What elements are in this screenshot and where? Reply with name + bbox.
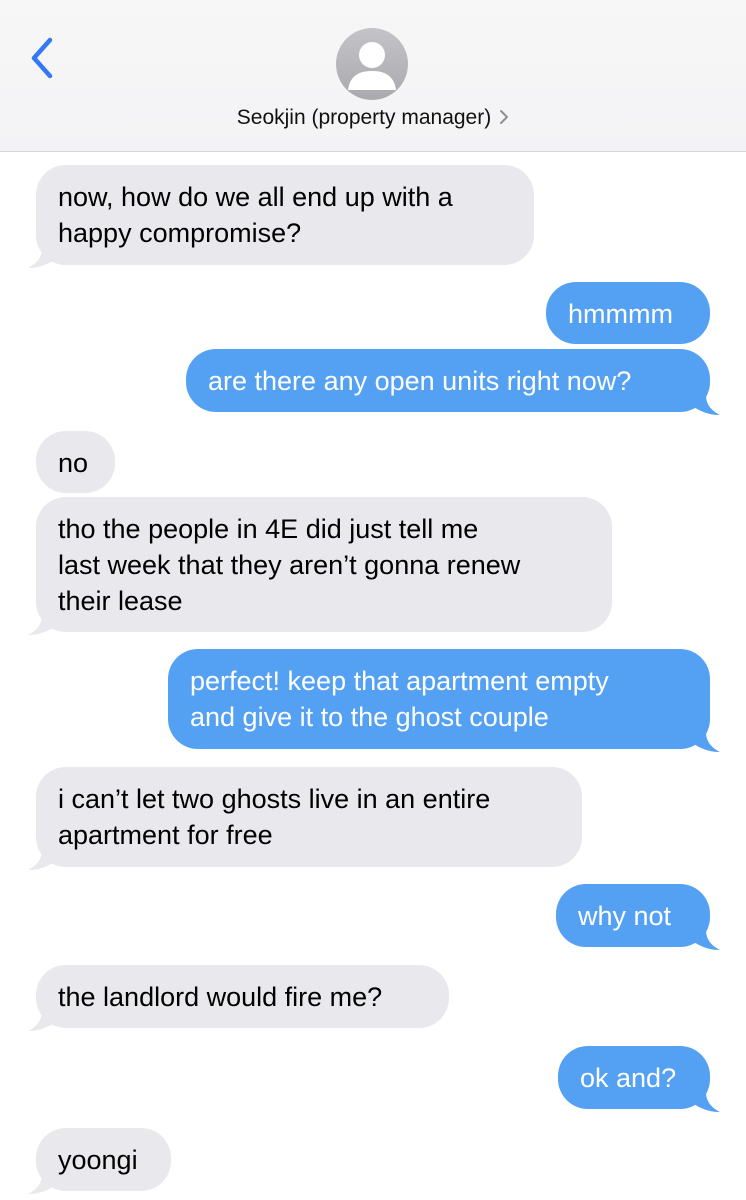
back-button[interactable] bbox=[22, 34, 62, 82]
bubble-tail-incoming bbox=[28, 1011, 54, 1031]
outgoing-message[interactable]: ok and? bbox=[558, 1046, 710, 1109]
incoming-message[interactable]: now, how do we all end up with a happy c… bbox=[36, 165, 534, 265]
outgoing-message[interactable]: are there any open units right now? bbox=[186, 349, 710, 412]
bubble-tail-outgoing bbox=[694, 1092, 720, 1112]
bubble-tail-outgoing bbox=[694, 395, 720, 415]
bubble-tail-incoming bbox=[28, 1174, 54, 1194]
conversation-header: Seokjin (property manager) bbox=[0, 0, 746, 152]
bubble-tail-outgoing bbox=[694, 732, 720, 752]
message-thread[interactable]: now, how do we all end up with a happy c… bbox=[0, 152, 746, 1200]
bubble-tail-incoming bbox=[28, 248, 54, 268]
bubble-tail-outgoing bbox=[694, 930, 720, 950]
contact-name: Seokjin (property manager) bbox=[236, 106, 492, 129]
incoming-message[interactable]: yoongi bbox=[36, 1128, 171, 1191]
incoming-message[interactable]: tho the people in 4E did just tell me la… bbox=[36, 497, 612, 632]
incoming-message[interactable]: no bbox=[36, 431, 115, 493]
outgoing-message[interactable]: hmmmm bbox=[546, 282, 710, 344]
incoming-message[interactable]: i can’t let two ghosts live in an entire… bbox=[36, 767, 582, 867]
outgoing-message[interactable]: why not bbox=[556, 884, 710, 947]
bubble-tail-incoming bbox=[28, 850, 54, 870]
chevron-left-icon bbox=[31, 37, 53, 79]
bubble-tail-incoming bbox=[28, 615, 54, 635]
incoming-message[interactable]: the landlord would fire me? bbox=[36, 965, 449, 1028]
outgoing-message[interactable]: perfect! keep that apartment empty and g… bbox=[168, 649, 710, 749]
chevron-right-icon bbox=[499, 107, 509, 131]
avatar[interactable] bbox=[336, 28, 408, 100]
person-silhouette-icon bbox=[348, 42, 396, 90]
contact-name-button[interactable]: Seokjin (property manager) bbox=[0, 106, 746, 131]
